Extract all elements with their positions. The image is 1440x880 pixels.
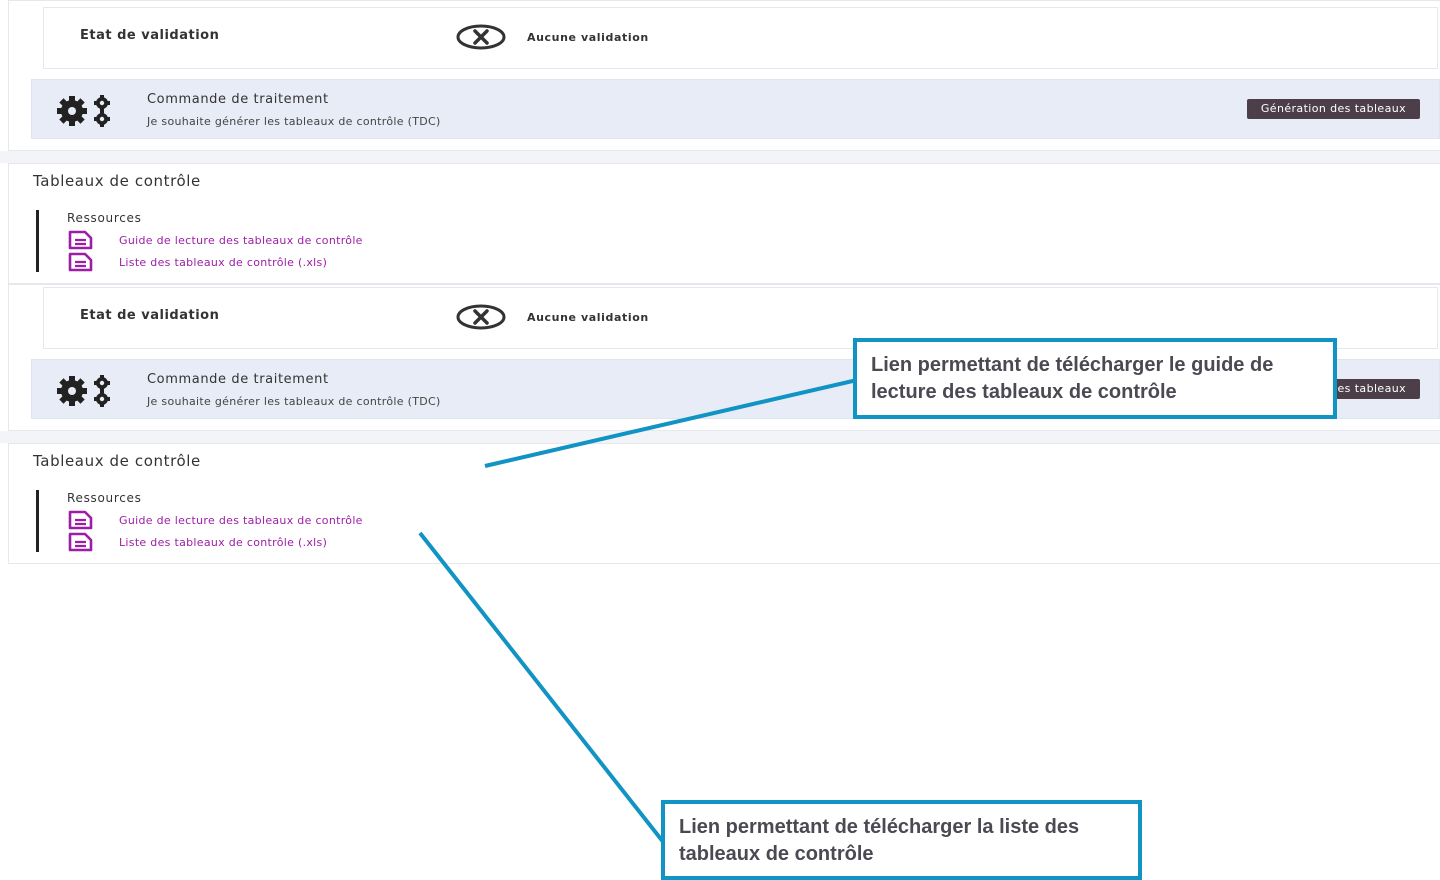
- gears-icon: [52, 374, 122, 408]
- separator: [0, 431, 1440, 443]
- guide-link-label: Guide de lecture des tableaux de contrôl…: [119, 513, 363, 527]
- list-link-label: Liste des tableaux de contrôle (.xls): [119, 535, 328, 549]
- document-icon: [67, 230, 97, 250]
- section-title: Tableaux de contrôle: [33, 172, 201, 190]
- control-tables-panel-1: Tableaux de contrôle Ressources Guide de…: [8, 163, 1440, 284]
- list-link[interactable]: Liste des tableaux de contrôle (.xls): [67, 532, 327, 552]
- resources-bar: [36, 490, 39, 552]
- section-title: Tableaux de contrôle: [33, 452, 201, 470]
- guide-link[interactable]: Guide de lecture des tableaux de contrôl…: [67, 230, 363, 250]
- guide-link[interactable]: Guide de lecture des tableaux de contrôl…: [67, 510, 363, 530]
- control-tables-panel-2: Tableaux de contrôle Ressources Guide de…: [8, 443, 1440, 564]
- guide-callout: Lien permettant de télécharger le guide …: [853, 338, 1337, 419]
- validation-label: Etat de validation: [80, 28, 220, 43]
- document-icon: [67, 510, 97, 530]
- resources-title: Ressources: [67, 491, 142, 505]
- separator: [0, 151, 1440, 163]
- generate-tables-button[interactable]: Génération des tableaux: [1246, 99, 1420, 119]
- command-box: Commande de traitement Je souhaite génér…: [31, 79, 1440, 139]
- circle-x-icon: [456, 304, 506, 330]
- list-callout: Lien permettant de télécharger la liste …: [661, 800, 1142, 880]
- list-link[interactable]: Liste des tableaux de contrôle (.xls): [67, 252, 327, 272]
- list-pointer-line: [418, 531, 666, 845]
- validation-status-box: Etat de validation Aucune validation: [43, 7, 1438, 69]
- validation-panel-1: Etat de validation Aucune validation Com…: [8, 0, 1440, 151]
- validation-status-text: Aucune validation: [527, 311, 649, 324]
- resources-title: Ressources: [67, 211, 142, 225]
- gears-icon: [52, 94, 122, 128]
- circle-x-icon: [456, 24, 506, 50]
- command-description: Je souhaite générer les tableaux de cont…: [147, 115, 441, 128]
- resources-bar: [36, 210, 39, 272]
- list-link-label: Liste des tableaux de contrôle (.xls): [119, 255, 328, 269]
- validation-status-text: Aucune validation: [527, 31, 649, 44]
- document-icon: [67, 252, 97, 272]
- command-title: Commande de traitement: [147, 372, 329, 387]
- command-description: Je souhaite générer les tableaux de cont…: [147, 395, 441, 408]
- guide-link-label: Guide de lecture des tableaux de contrôl…: [119, 233, 363, 247]
- command-title: Commande de traitement: [147, 92, 329, 107]
- document-icon: [67, 532, 97, 552]
- validation-label: Etat de validation: [80, 308, 220, 323]
